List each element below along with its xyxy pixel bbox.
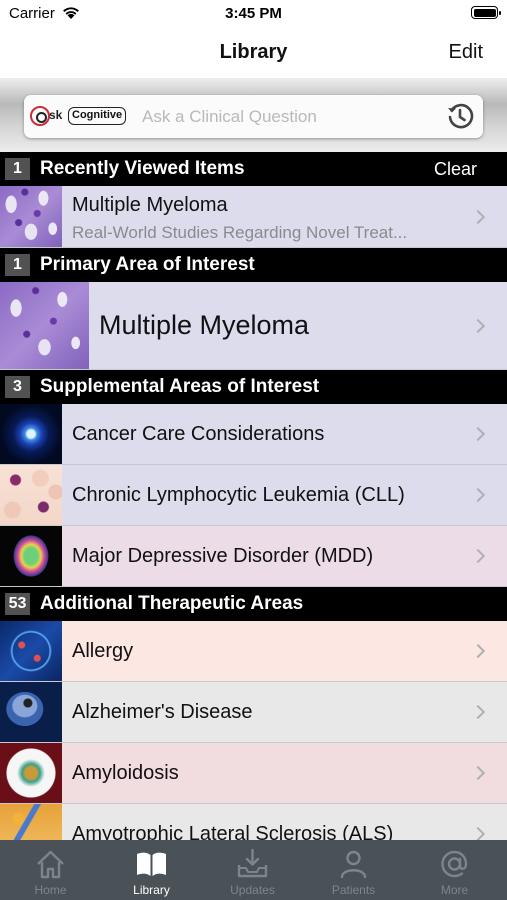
supplemental-item-row[interactable]: Major Depressive Disorder (MDD) [0,526,507,587]
chevron-right-icon [470,826,486,842]
primary-item-row[interactable]: Multiple Myeloma [0,282,507,370]
recent-item-row[interactable]: Multiple Myeloma Real-World Studies Rega… [0,186,507,248]
ask-cognitive-logo: sk Cognitive [30,106,134,126]
status-time: 3:45 PM [225,5,282,22]
myeloma-thumbnail [0,186,62,247]
navigation-bar: Library Edit [0,28,507,78]
primary-section-header: 1 Primary Area of Interest [0,248,507,282]
chevron-right-icon [470,318,486,334]
additional-section-header: 53 Additional Therapeutic Areas [0,587,507,621]
search-input[interactable] [142,95,432,138]
chevron-right-icon [470,548,486,564]
page-title: Library [219,41,288,63]
tab-patients[interactable]: Patients [303,840,404,900]
tab-label: Library [133,883,170,897]
chevron-right-icon [470,426,486,442]
additional-item-title: Amyloidosis [72,762,179,784]
recent-item-subtitle: Real-World Studies Regarding Novel Treat… [72,223,408,242]
history-icon[interactable] [445,101,475,131]
additional-item-row[interactable]: Alzheimer's Disease [0,682,507,743]
primary-section-title: Primary Area of Interest [40,254,255,275]
supplemental-item-title: Cancer Care Considerations [72,423,325,445]
additional-item-title: Alzheimer's Disease [72,701,253,723]
chevron-right-icon [470,765,486,781]
recent-count-badge: 1 [5,158,30,180]
recent-section-title: Recently Viewed Items [40,158,245,179]
search-box[interactable]: sk Cognitive [24,95,483,138]
at-sign-icon [441,850,468,878]
clear-button[interactable]: Clear [434,159,477,180]
logo-prefix: sk [49,108,63,122]
supplemental-section-title: Supplemental Areas of Interest [40,376,320,397]
tab-label: Patients [331,883,376,897]
additional-item-row[interactable]: Amyloidosis [0,743,507,804]
tab-label: Updates [230,883,275,897]
myeloma-thumbnail [0,282,89,369]
brain-scan-thumbnail [0,526,62,586]
recent-section-header: 1 Recently Viewed Items Clear [0,152,507,186]
book-icon [137,852,166,876]
tab-updates[interactable]: Updates [202,840,303,900]
person-icon [340,850,367,879]
supplemental-section-header: 3 Supplemental Areas of Interest [0,370,507,404]
blood-cells-thumbnail [0,465,62,525]
tab-bar: Home Library Updates Patients More [0,840,507,900]
supplemental-item-row[interactable]: Chronic Lymphocytic Leukemia (CLL) [0,465,507,526]
tab-label: Home [34,883,67,897]
primary-count-badge: 1 [5,254,30,276]
chevron-right-icon [470,704,486,720]
logo-badge: Cognitive [68,107,127,125]
additional-section-title: Additional Therapeutic Areas [40,593,304,614]
search-area: sk Cognitive [0,78,507,152]
additional-item-row[interactable]: Allergy [0,621,507,682]
chevron-right-icon [470,643,486,659]
additional-count-badge: 53 [5,593,30,615]
recent-item-title: Multiple Myeloma [72,194,228,216]
supplemental-item-title: Major Depressive Disorder (MDD) [72,545,374,567]
primary-item-title: Multiple Myeloma [99,310,310,340]
amyloidosis-thumbnail [0,743,62,803]
additional-item-title: Allergy [72,640,134,662]
alzheimers-thumbnail [0,682,62,742]
inbox-download-icon [237,848,268,878]
status-bar: Carrier 3:45 PM [0,0,507,28]
chevron-right-icon [470,209,486,225]
allergy-thumbnail [0,621,62,681]
supplemental-count-badge: 3 [5,376,30,398]
home-icon [37,850,64,879]
battery-icon [471,6,501,19]
supplemental-item-title: Chronic Lymphocytic Leukemia (CLL) [72,484,405,506]
tab-more[interactable]: More [404,840,505,900]
tab-home[interactable]: Home [0,840,101,900]
cancer-cell-thumbnail [0,404,62,464]
tab-library[interactable]: Library [101,840,202,900]
tab-label: More [440,883,469,897]
edit-button[interactable]: Edit [449,41,483,64]
supplemental-item-row[interactable]: Cancer Care Considerations [0,404,507,465]
ask-logo-mark [30,106,50,126]
chevron-right-icon [470,487,486,503]
